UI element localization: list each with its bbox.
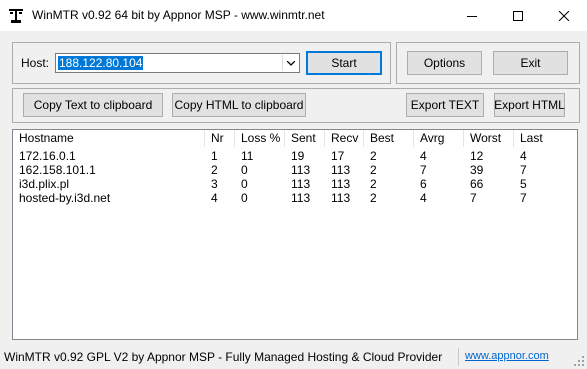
chevron-down-icon (286, 60, 295, 66)
close-button[interactable] (541, 0, 587, 31)
cell-loss: 0 (241, 163, 248, 177)
title-bar[interactable]: WinMTR v0.92 64 bit by Appnor MSP - www.… (0, 0, 587, 31)
cell-avrg: 6 (420, 177, 427, 191)
cell-worst: 12 (470, 149, 484, 163)
resize-grip-icon[interactable] (573, 355, 585, 367)
cell-nr: 2 (211, 163, 218, 177)
cell-nr: 3 (211, 177, 218, 191)
cell-hostname: hosted-by.i3d.net (19, 191, 111, 205)
status-separator (458, 348, 459, 366)
dropdown-arrow-button[interactable] (282, 55, 298, 71)
options-button[interactable]: Options (407, 51, 482, 75)
cell-loss: 0 (241, 191, 248, 205)
cell-recv: 113 (331, 177, 351, 191)
column-header-hostname[interactable]: Hostname (13, 130, 205, 147)
host-label: Host: (21, 56, 50, 70)
cell-avrg: 4 (420, 149, 427, 163)
table-row[interactable]: hosted-by.i3d.net 4 0 113 113 2 4 7 7 (13, 191, 577, 205)
copy-text-button[interactable]: Copy Text to clipboard (23, 93, 163, 117)
host-combobox[interactable]: 188.122.80.104 (55, 53, 300, 73)
cell-avrg: 4 (420, 191, 427, 205)
cell-hostname: 162.158.101.1 (19, 163, 96, 177)
window-title: WinMTR v0.92 64 bit by Appnor MSP - www.… (32, 8, 325, 22)
minimize-icon (467, 15, 477, 17)
export-text-button[interactable]: Export TEXT (406, 93, 484, 117)
cell-sent: 113 (291, 177, 311, 191)
cell-sent: 113 (291, 163, 311, 177)
cell-nr: 4 (211, 191, 218, 205)
winmtr-app-icon (8, 8, 24, 24)
cell-best: 2 (370, 191, 377, 205)
cell-best: 2 (370, 163, 377, 177)
close-icon (559, 10, 569, 21)
column-header-last[interactable]: Last (514, 130, 577, 147)
column-header-sent[interactable]: Sent (285, 130, 325, 147)
export-html-button[interactable]: Export HTML (494, 93, 565, 117)
start-button[interactable]: Start (306, 51, 382, 75)
column-header-best[interactable]: Best (364, 130, 414, 147)
cell-hostname: 172.16.0.1 (19, 149, 76, 163)
cell-nr: 1 (211, 149, 218, 163)
cell-best: 2 (370, 149, 377, 163)
maximize-button[interactable] (495, 0, 541, 31)
cell-worst: 7 (470, 191, 477, 205)
cell-hostname: i3d.plix.pl (19, 177, 70, 191)
minimize-button[interactable] (449, 0, 495, 31)
column-header-nr[interactable]: Nr (205, 130, 235, 147)
host-input-value[interactable]: 188.122.80.104 (58, 56, 144, 70)
host-group: Host: 188.122.80.104 Start (12, 42, 391, 84)
table-row[interactable]: i3d.plix.pl 3 0 113 113 2 6 66 5 (13, 177, 577, 191)
cell-loss: 0 (241, 177, 248, 191)
cell-last: 5 (520, 177, 527, 191)
cell-best: 2 (370, 177, 377, 191)
table-row[interactable]: 162.158.101.1 2 0 113 113 2 7 39 7 (13, 163, 577, 177)
cell-sent: 113 (291, 191, 311, 205)
list-header: Hostname Nr Loss % Sent Recv Best Avrg W… (13, 130, 577, 147)
cell-worst: 39 (470, 163, 484, 177)
cell-recv: 17 (331, 149, 345, 163)
copy-html-button[interactable]: Copy HTML to clipboard (172, 93, 306, 117)
cell-recv: 113 (331, 191, 351, 205)
cell-loss: 11 (241, 149, 254, 163)
table-row[interactable]: 172.16.0.1 1 11 19 17 2 4 12 4 (13, 149, 577, 163)
cell-recv: 113 (331, 163, 351, 177)
column-header-worst[interactable]: Worst (464, 130, 514, 147)
cell-avrg: 7 (420, 163, 427, 177)
exit-button[interactable]: Exit (493, 51, 568, 75)
export-group: Copy Text to clipboard Copy HTML to clip… (12, 88, 580, 123)
appnor-link[interactable]: www.appnor.com (465, 350, 549, 362)
maximize-icon (513, 10, 523, 21)
cell-sent: 19 (291, 149, 305, 163)
cell-last: 7 (520, 191, 527, 205)
column-header-loss[interactable]: Loss % (235, 130, 285, 147)
status-bar: WinMTR v0.92 GPL V2 by Appnor MSP - Full… (0, 346, 587, 369)
column-header-avrg[interactable]: Avrg (414, 130, 464, 147)
status-text: WinMTR v0.92 GPL V2 by Appnor MSP - Full… (4, 350, 443, 364)
cell-last: 4 (520, 149, 527, 163)
column-header-recv[interactable]: Recv (325, 130, 364, 147)
options-group: Options Exit (396, 42, 580, 84)
cell-last: 7 (520, 163, 527, 177)
cell-worst: 66 (470, 177, 484, 191)
results-list[interactable]: Hostname Nr Loss % Sent Recv Best Avrg W… (12, 129, 578, 340)
